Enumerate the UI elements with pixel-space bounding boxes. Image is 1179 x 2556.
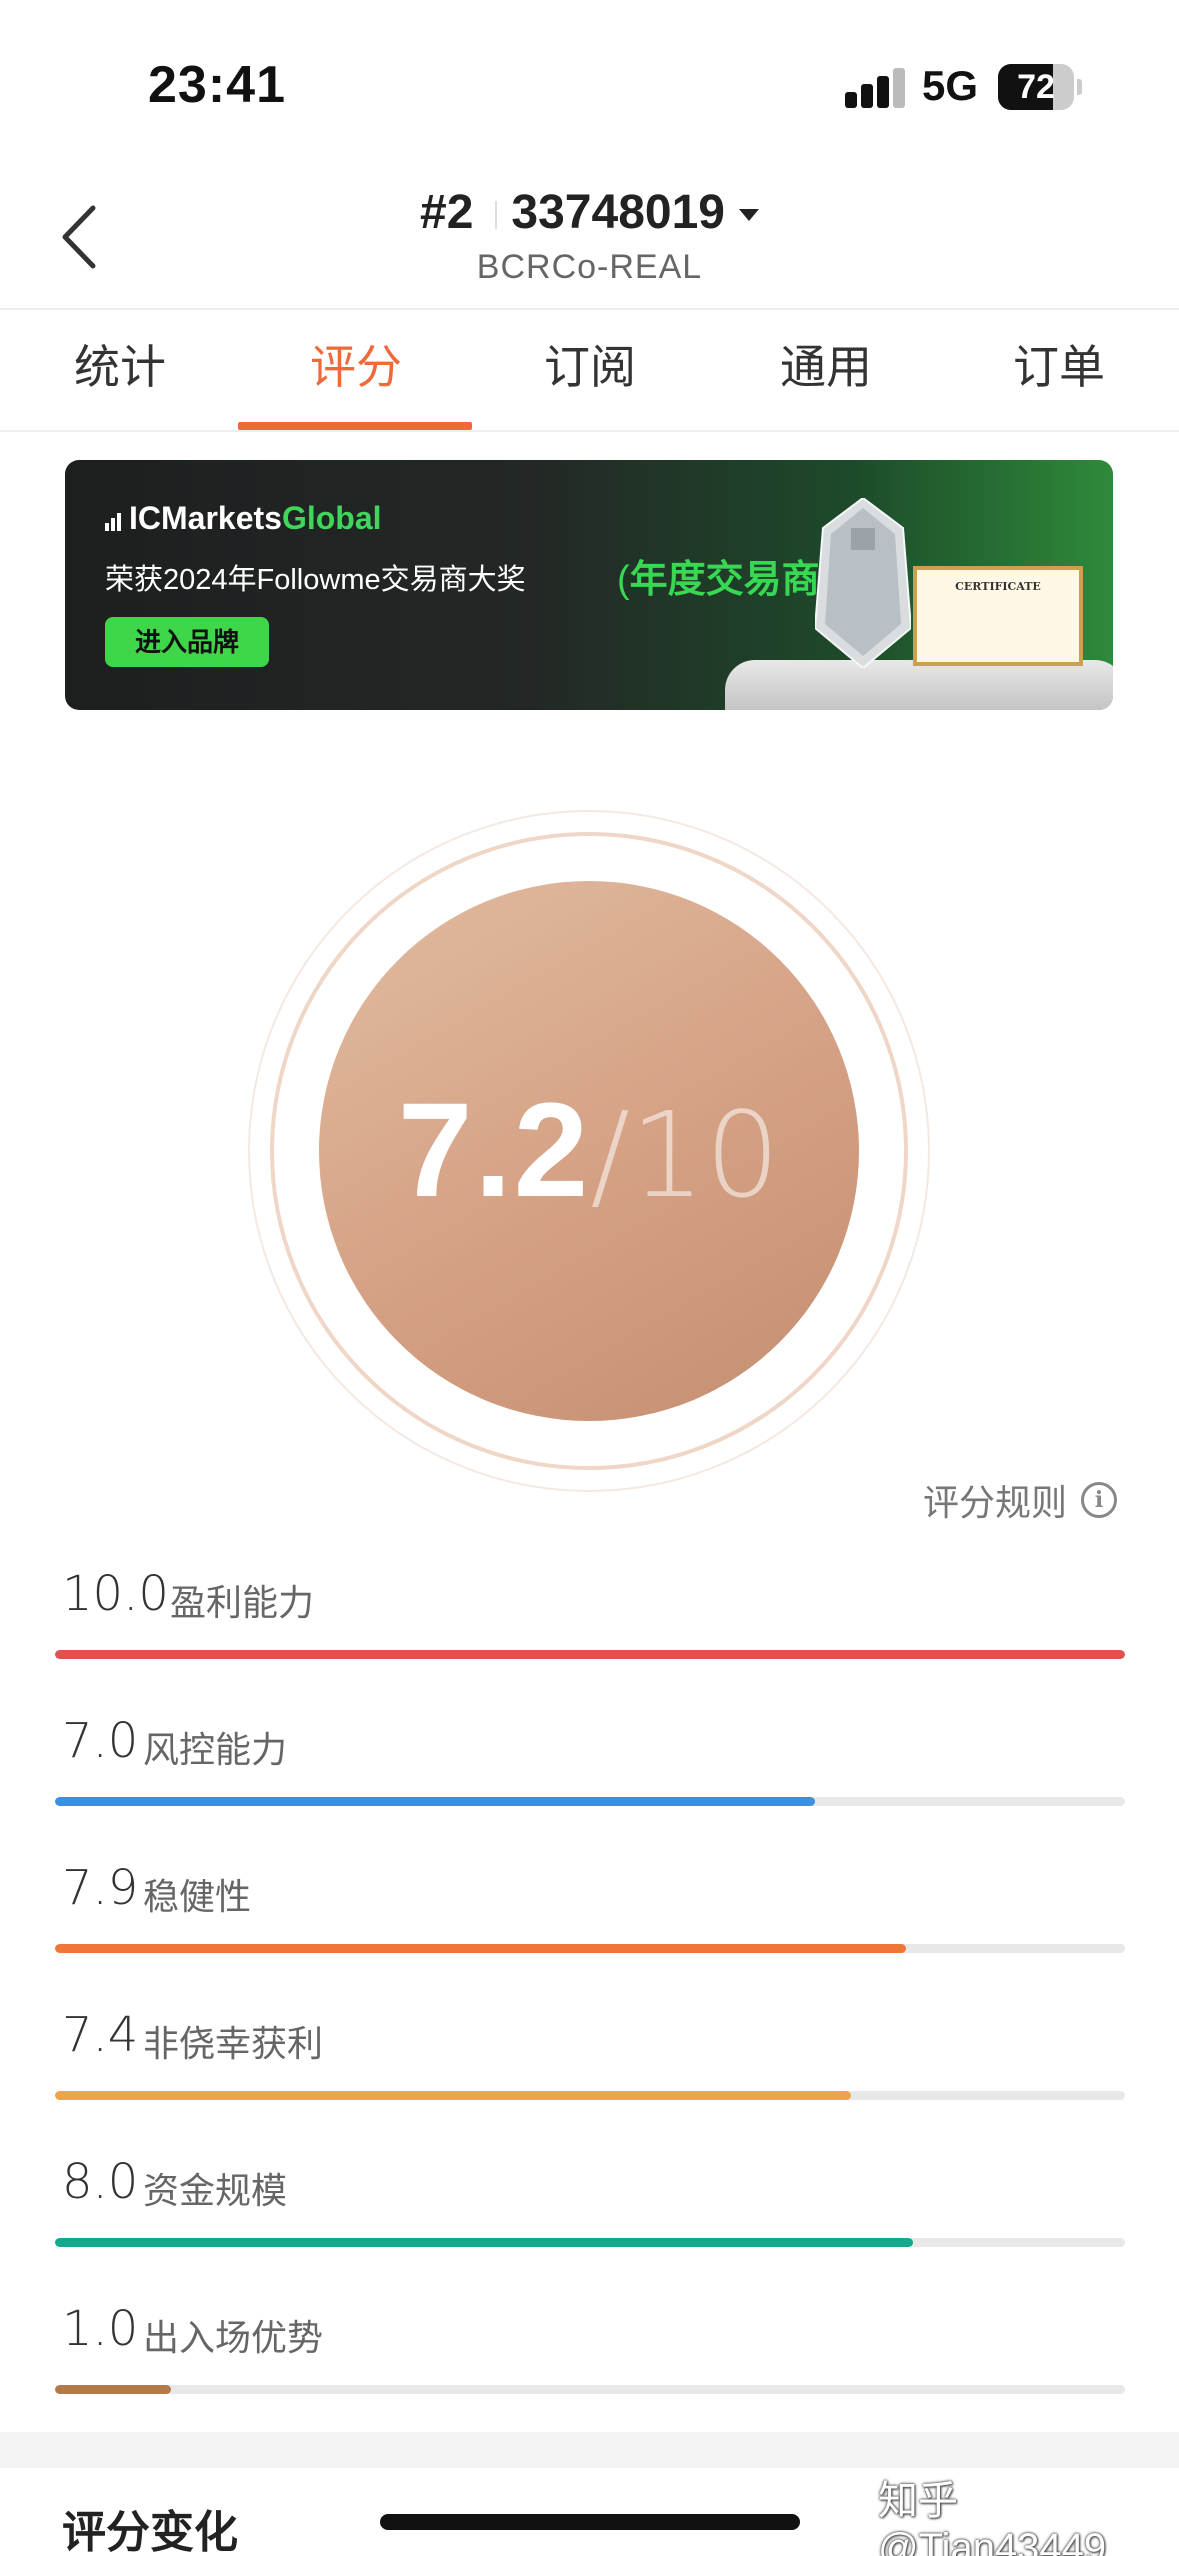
metric-label: 出入场优势 (143, 2317, 324, 2358)
metric-label: 稳健性 (143, 1876, 252, 1917)
metric-label: 风控能力 (143, 1729, 288, 1770)
metric-row: 7.4 非侥幸获利 (55, 2007, 1125, 2147)
score-value: 7.2 (397, 1076, 591, 1225)
tab-orders[interactable]: 订单 (941, 312, 1177, 430)
battery-level: 72 (1017, 68, 1055, 106)
rating-history-title: 评分变化 (62, 2508, 238, 2556)
ic-markets-logo: ICMarketsGlobal (105, 500, 382, 537)
metric-label: 非侥幸获利 (143, 2023, 324, 2064)
metric-bar-track (55, 1797, 1125, 1806)
metric-label: 盈利能力 (170, 1582, 315, 1623)
metric-bar-fill (55, 2238, 914, 2247)
nav-header: #2 33748019 BCRCo-REAL (0, 160, 1179, 310)
active-tab-indicator (238, 422, 472, 430)
metric-score: 10.0 (62, 1566, 169, 1622)
metric-score: 7.9 (62, 1860, 139, 1916)
tab-general[interactable]: 通用 (708, 312, 944, 430)
cellular-signal-icon (845, 68, 907, 108)
status-time: 23:41 (148, 56, 286, 114)
metric-row: 7.9 稳健性 (55, 1860, 1125, 2000)
server-name: BCRCo-REAL (476, 248, 703, 286)
metric-score: 7.0 (62, 1713, 139, 1769)
section-divider (0, 2432, 1179, 2468)
metric-row: 10.0 盈利能力 (55, 1566, 1125, 1706)
banner-table-graphic (725, 660, 1113, 710)
trophy-icon (815, 498, 911, 668)
metric-score: 8.0 (62, 2154, 139, 2210)
metric-label: 资金规模 (143, 2170, 288, 2211)
metric-row: 1.0 出入场优势 (55, 2301, 1125, 2441)
tab-bar: 统计 评分 订阅 通用 订单 (0, 312, 1179, 432)
metric-score: 7.4 (62, 2007, 139, 2063)
dropdown-caret-icon (738, 209, 759, 222)
info-icon: i (1081, 1482, 1117, 1518)
status-bar: 23:41 5G 72 (0, 0, 1179, 160)
tab-statistics[interactable]: 统计 (2, 312, 238, 430)
metric-bar-fill (55, 2091, 852, 2100)
metric-bar-track (55, 1650, 1125, 1659)
account-rank: #2 (420, 186, 474, 239)
rating-rules-link[interactable]: 评分规则 i (923, 1474, 1117, 1526)
tab-subscribe[interactable]: 订阅 (472, 312, 708, 430)
metric-bar-fill (55, 1797, 815, 1806)
home-indicator[interactable] (380, 2514, 800, 2530)
metric-bar-track (55, 1944, 1125, 1953)
score-max: /10 (590, 1086, 781, 1224)
metric-bar-fill (55, 1650, 1125, 1659)
rating-rules-label: 评分规则 (922, 1482, 1067, 1523)
metric-bar-fill (55, 1944, 906, 1953)
battery-icon: 72 (998, 64, 1082, 110)
metric-bar-fill (55, 2385, 171, 2394)
metric-score: 1.0 (62, 2301, 139, 2357)
network-type: 5G (922, 62, 979, 109)
enter-brand-button[interactable]: 进入品牌 (105, 617, 269, 667)
tab-rating[interactable]: 评分 (238, 312, 474, 430)
certificate-graphic: CERTIFICATE (913, 566, 1083, 666)
banner-headline: 荣获2024年Followme交易商大奖 (105, 564, 526, 596)
banner-award: (年度交易商) (617, 559, 832, 601)
account-number: 33748019 (511, 186, 725, 239)
score-disc: 7.2/10 (319, 881, 859, 1421)
overall-score-gauge: 7.2/10 (248, 810, 930, 1492)
metric-bar-track (55, 2091, 1125, 2100)
promo-banner[interactable]: ICMarketsGlobal 荣获2024年Followme交易商大奖 (年度… (65, 460, 1113, 710)
metric-bar-track (55, 2385, 1125, 2394)
metric-row: 7.0 风控能力 (55, 1713, 1125, 1853)
metric-row: 8.0 资金规模 (55, 2154, 1125, 2294)
account-selector[interactable]: #2 33748019 (0, 185, 1179, 240)
metric-bar-track (55, 2238, 1125, 2247)
watermark: 知乎 @Tian43449 (878, 2479, 1107, 2556)
